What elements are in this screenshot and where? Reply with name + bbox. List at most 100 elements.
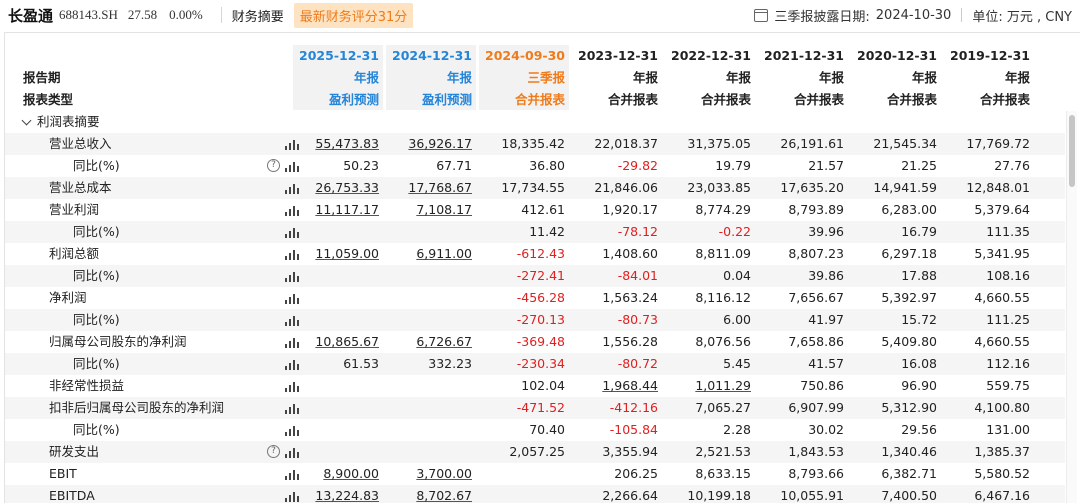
table-row[interactable]: 营业利润 11,117.17 7,108.17 412.61 1,920.17 8,774… [5, 199, 1065, 221]
chevron-down-icon[interactable] [21, 115, 32, 126]
table-cell: -412.16 [609, 400, 658, 415]
financial-score-badge[interactable]: 最新财务评分31分 [293, 2, 414, 28]
column-header-kind: 年报 [632, 70, 658, 85]
question-mark-icon[interactable]: ? [267, 445, 280, 458]
row-label: 同比(%) [73, 268, 120, 283]
table-row[interactable]: 扣非后归属母公司股东的净利润 -471.52 -412.16 7,065.27 6,90… [5, 397, 1065, 419]
table-cell: -369.48 [516, 334, 565, 349]
table-cell[interactable]: 8,900.00 [295, 463, 379, 485]
table-cell: 8,793.89 [788, 202, 844, 217]
question-mark-icon[interactable]: ? [267, 159, 280, 172]
table-cell: 111.35 [986, 224, 1030, 239]
table-cell: 16.08 [901, 356, 937, 371]
table-row[interactable]: 营业总成本 26,753.33 17,768.67 17,734.55 21,846.0… [5, 177, 1065, 199]
table-cell[interactable]: 7,108.17 [388, 199, 472, 221]
table-cell: 17,734.55 [501, 180, 565, 195]
table-row[interactable]: 研发支出? 2,057.25 3,355.94 2,521.53 1,843.53 1,3… [5, 441, 1065, 463]
column-header-kind: 年报 [725, 70, 751, 85]
table-cell: 8,076.56 [695, 334, 751, 349]
table-cell: 15.72 [901, 312, 937, 327]
table-cell: 1,843.53 [788, 444, 844, 459]
table-row[interactable]: 利润总额 11,059.00 6,911.00 -612.43 1,408.60 8,81… [5, 243, 1065, 265]
table-cell: 8,633.15 [695, 466, 751, 481]
table-cell: -456.28 [516, 290, 565, 305]
table-cell[interactable]: 1,011.29 [667, 375, 751, 397]
table-cell[interactable]: 11,117.17 [295, 199, 379, 221]
table-cell: 5,392.97 [881, 290, 937, 305]
table-cell[interactable]: 26,753.33 [295, 177, 379, 199]
vertical-scrollbar[interactable] [1066, 111, 1077, 503]
stock-price: 27.58 [127, 7, 158, 22]
table-cell: 5,580.52 [974, 466, 1030, 481]
table-cell [295, 287, 379, 309]
table-cell: -29.82 [617, 158, 658, 173]
table-cell: 26,191.61 [780, 136, 844, 151]
table-cell: 10,199.18 [687, 488, 751, 503]
table-cell[interactable]: 6,726.67 [388, 331, 472, 353]
table-cell: 14,941.59 [873, 180, 937, 195]
tab-financial-summary[interactable]: 财务摘要 [232, 6, 284, 25]
table-cell: -105.84 [609, 422, 658, 437]
table-cell [388, 221, 472, 243]
stock-code: 688143.SH [59, 7, 118, 22]
column-header-kind: 年报 [911, 70, 937, 85]
column-header-date: 2024-09-30 [485, 48, 565, 63]
table-cell: 2,057.25 [509, 444, 565, 459]
table-cell: 559.75 [986, 378, 1030, 393]
table-row[interactable]: EBITDA 13,224.83 8,702.67 2,266.64 10,199.18… [5, 485, 1065, 503]
header-meta: 三季报披露日期: 2024-10-30 单位: 万元 , CNY [754, 0, 1072, 30]
table-cell: 19.79 [715, 158, 751, 173]
table-row[interactable]: 同比(%) -272.41 -84.01 0.04 39.86 17.88 108.16 [5, 265, 1065, 287]
table-row[interactable]: EBIT 8,900.00 3,700.00 206.25 8,633.15 8,793.… [5, 463, 1065, 485]
table-row[interactable]: 同比(%) -270.13 -80.73 6.00 41.97 15.72 111.25 [5, 309, 1065, 331]
table-cell[interactable]: 8,702.67 [388, 485, 472, 503]
table-cell[interactable]: 11,059.00 [295, 243, 379, 265]
section-income-summary[interactable]: 利润表摘要 [5, 111, 1065, 133]
column-header-type: 合并报表 [700, 92, 751, 107]
table-cell: 5,379.64 [974, 202, 1030, 217]
table-cell[interactable]: 36,926.17 [388, 133, 472, 155]
column-header-type: 合并报表 [886, 92, 937, 107]
table-cell: 1,920.17 [602, 202, 658, 217]
table-cell[interactable]: 10,865.67 [295, 331, 379, 353]
table-cell: 3,355.94 [602, 444, 658, 459]
column-header-date: 2021-12-31 [764, 48, 844, 63]
table-cell: 6,467.16 [974, 488, 1030, 503]
table-row[interactable]: 同比(%) 61.53 332.23 -230.34 -80.72 5.45 41.57 16… [5, 353, 1065, 375]
table-cell: 67.71 [436, 158, 472, 173]
table-cell[interactable]: 3,700.00 [388, 463, 472, 485]
table-row[interactable]: 同比(%) 11.42 -78.12 -0.22 39.96 16.79 111.35 [5, 221, 1065, 243]
row-label: 研发支出 [49, 444, 100, 459]
table-cell [295, 419, 379, 441]
table-cell: 0.04 [723, 268, 751, 283]
meta-divider [961, 8, 963, 22]
table-cell: -612.43 [516, 246, 565, 261]
table-row[interactable]: 同比(%) 70.40 -105.84 2.28 30.02 29.56 131.00 [5, 419, 1065, 441]
table-cell[interactable]: 17,768.67 [388, 177, 472, 199]
table-row[interactable]: 净利润 -456.28 1,563.24 8,116.12 7,656.67 5,392.… [5, 287, 1065, 309]
row-label: EBITDA [49, 488, 95, 503]
table-row[interactable]: 同比(%)? 50.23 67.71 36.80 -29.82 19.79 21.57 21.… [5, 155, 1065, 177]
table-cell: 30.02 [808, 422, 844, 437]
table-cell[interactable]: 13,224.83 [295, 485, 379, 503]
table-row[interactable]: 归属母公司股东的净利润 10,865.67 6,726.67 -369.48 1,556… [5, 331, 1065, 353]
scrollbar-thumb[interactable] [1069, 115, 1075, 187]
table-row[interactable]: 非经常性损益 102.04 1,968.44 1,011.29 750.86 96.90 5… [5, 375, 1065, 397]
table-cell[interactable]: 55,473.83 [295, 133, 379, 155]
table-row[interactable]: 营业总收入 55,473.83 36,926.17 18,335.42 22,018.3… [5, 133, 1065, 155]
table-cell[interactable]: 1,968.44 [574, 375, 658, 397]
table-cell[interactable]: 6,911.00 [388, 243, 472, 265]
column-header-kind: 年报 [353, 70, 379, 85]
table-cell [388, 397, 472, 419]
table-cell: 6.00 [723, 312, 751, 327]
table-cell: 2,266.64 [602, 488, 658, 503]
table-cell: 21.25 [901, 158, 937, 173]
row-label: 同比(%) [73, 422, 120, 437]
table-cell: 1,408.60 [602, 246, 658, 261]
column-header-kind [1016, 67, 1080, 89]
table-cell: 2.28 [723, 422, 751, 437]
row-label: 同比(%) [73, 158, 120, 173]
table-cell [388, 265, 472, 287]
table-cell: 7,400.50 [881, 488, 937, 503]
table-cell: 412.61 [521, 202, 565, 217]
